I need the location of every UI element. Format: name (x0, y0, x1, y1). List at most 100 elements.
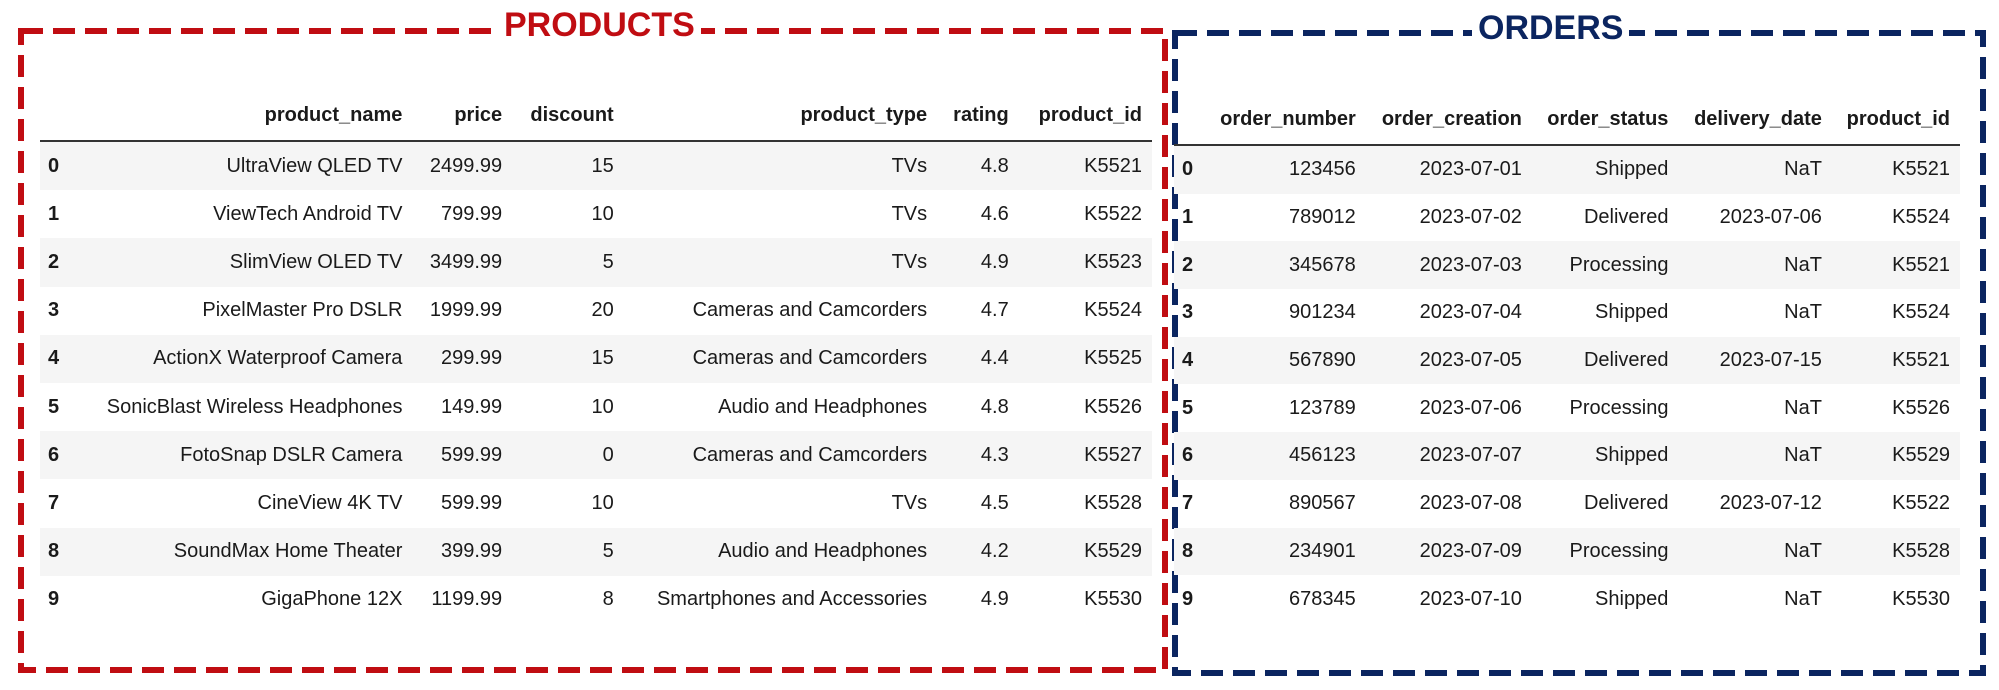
row-index: 0 (48, 154, 60, 177)
column-header-index (1174, 94, 1205, 146)
cell-product-id: K5529 (1084, 540, 1142, 563)
cell-order-number: 234901 (1289, 539, 1356, 562)
cell-delivery-date: NaT (1784, 253, 1822, 276)
column-header-product-type: product_type (623, 90, 938, 142)
cell-product-id: K5521 (1892, 158, 1950, 181)
cell-product-name: ViewTech Android TV (213, 202, 403, 225)
cell-order-status: Shipped (1595, 587, 1669, 610)
cell-order-creation: 2023-07-01 (1419, 158, 1522, 181)
cell-product-type: Cameras and Camcorders (692, 299, 928, 322)
products-table: product_name price discount product_type… (40, 90, 1152, 624)
cell-product-type: Audio and Headphones (718, 395, 928, 418)
row-index: 1 (48, 202, 60, 225)
cell-delivery-date: 2023-07-12 (1719, 492, 1822, 515)
cell-product-type: Audio and Headphones (718, 540, 928, 563)
cell-product-id: K5521 (1084, 154, 1142, 177)
cell-product-id: K5526 (1892, 396, 1950, 419)
cell-product-name: ActionX Waterproof Camera (153, 347, 403, 370)
cell-product-type: TVs (891, 491, 928, 514)
cell-discount: 10 (591, 395, 614, 418)
column-header-price: price (412, 90, 513, 142)
orders-title: ORDERS (1472, 8, 1630, 48)
cell-rating: 4.8 (980, 154, 1009, 177)
cell-product-type: TVs (891, 250, 928, 273)
cell-delivery-date: NaT (1784, 396, 1822, 419)
cell-product-name: CineView 4K TV (257, 491, 403, 514)
orders-table-row: 2 345678 2023-07-03 Processing NaT K5521 (1174, 241, 1960, 290)
products-table-row: 1 ViewTech Android TV 799.99 10 TVs 4.6 K5522 (40, 190, 1152, 238)
cell-price: 399.99 (440, 540, 503, 563)
row-index: 2 (1182, 253, 1194, 276)
column-header-delivery-date: delivery_date (1678, 94, 1832, 146)
cell-order-creation: 2023-07-03 (1419, 253, 1522, 276)
row-index: 9 (1182, 587, 1194, 610)
cell-discount: 0 (602, 443, 614, 466)
cell-discount: 10 (591, 491, 614, 514)
cell-price: 3499.99 (429, 250, 503, 273)
cell-product-name: PixelMaster Pro DSLR (202, 299, 403, 322)
column-header-discount: discount (512, 90, 624, 142)
cell-order-status: Processing (1569, 253, 1669, 276)
cell-order-status: Shipped (1595, 158, 1669, 181)
products-table-row: 0 UltraView QLED TV 2499.99 15 TVs 4.8 K5521 (40, 141, 1152, 191)
cell-product-id: K5522 (1892, 492, 1950, 515)
cell-rating: 4.7 (980, 299, 1009, 322)
cell-product-type: Cameras and Camcorders (692, 347, 928, 370)
cell-product-name: SoundMax Home Theater (173, 540, 403, 563)
cell-delivery-date: NaT (1784, 587, 1822, 610)
row-index: 2 (48, 250, 60, 273)
orders-table-row: 6 456123 2023-07-07 Shipped NaT K5529 (1174, 432, 1960, 480)
cell-product-type: Smartphones and Accessories (656, 588, 928, 611)
row-index: 1 (1182, 206, 1194, 229)
column-header-order-status: order_status (1531, 94, 1679, 146)
cell-order-creation: 2023-07-09 (1419, 539, 1522, 562)
cell-product-id: K5530 (1892, 587, 1950, 610)
cell-rating: 4.5 (980, 491, 1009, 514)
cell-discount: 15 (591, 347, 614, 370)
cell-product-id: K5526 (1084, 395, 1142, 418)
cell-rating: 4.4 (980, 347, 1009, 370)
cell-price: 599.99 (440, 491, 503, 514)
cell-price: 1999.99 (429, 299, 503, 322)
column-header-product-id: product_id (1018, 90, 1152, 142)
products-table-row: 5 SonicBlast Wireless Headphones 149.99 10 A… (40, 383, 1152, 431)
row-index: 5 (1182, 396, 1194, 419)
products-table-row: 2 SlimView OLED TV 3499.99 5 TVs 4.9 K5523 (40, 238, 1152, 287)
cell-order-creation: 2023-07-06 (1419, 396, 1522, 419)
row-index: 4 (1182, 349, 1194, 372)
cell-order-creation: 2023-07-08 (1419, 492, 1522, 515)
cell-order-status: Shipped (1595, 301, 1669, 324)
row-index: 7 (1182, 492, 1194, 515)
orders-table-row: 5 123789 2023-07-06 Processing NaT K5526 (1174, 384, 1960, 432)
row-index: 5 (48, 395, 60, 418)
cell-product-id: K5525 (1084, 347, 1142, 370)
orders-table-row: 9 678345 2023-07-10 Shipped NaT K5530 (1174, 575, 1960, 623)
cell-product-id: K5524 (1084, 299, 1142, 322)
cell-delivery-date: NaT (1784, 444, 1822, 467)
cell-order-number: 456123 (1289, 444, 1356, 467)
cell-product-id: K5521 (1892, 349, 1950, 372)
cell-product-id: K5528 (1892, 539, 1950, 562)
cell-product-name: SlimView OLED TV (229, 250, 403, 273)
cell-order-status: Processing (1569, 539, 1669, 562)
cell-order-creation: 2023-07-05 (1419, 349, 1522, 372)
cell-discount: 15 (591, 154, 614, 177)
cell-order-creation: 2023-07-04 (1419, 301, 1522, 324)
row-index: 8 (48, 540, 60, 563)
products-table-row: 6 FotoSnap DSLR Camera 599.99 0 Cameras and … (40, 431, 1152, 480)
row-index: 0 (1182, 158, 1194, 181)
products-table-row: 3 PixelMaster Pro DSLR 1999.99 20 Cameras an… (40, 287, 1152, 335)
cell-order-number: 789012 (1289, 206, 1356, 229)
products-table-row: 7 CineView 4K TV 599.99 10 TVs 4.5 K5528 (40, 479, 1152, 527)
cell-delivery-date: 2023-07-06 (1719, 206, 1822, 229)
row-index: 4 (48, 347, 60, 370)
cell-product-id: K5524 (1892, 206, 1950, 229)
cell-order-status: Shipped (1595, 444, 1669, 467)
row-index: 6 (1182, 444, 1194, 467)
products-table-row: 4 ActionX Waterproof Camera 299.99 15 Camera… (40, 334, 1152, 383)
cell-discount: 10 (591, 202, 614, 225)
orders-table: order_number order_creation order_status… (1174, 94, 1960, 623)
row-index: 3 (48, 299, 60, 322)
cell-rating: 4.8 (980, 395, 1009, 418)
orders-table-row: 4 567890 2023-07-05 Delivered 2023-07-15 K552… (1174, 336, 1960, 385)
